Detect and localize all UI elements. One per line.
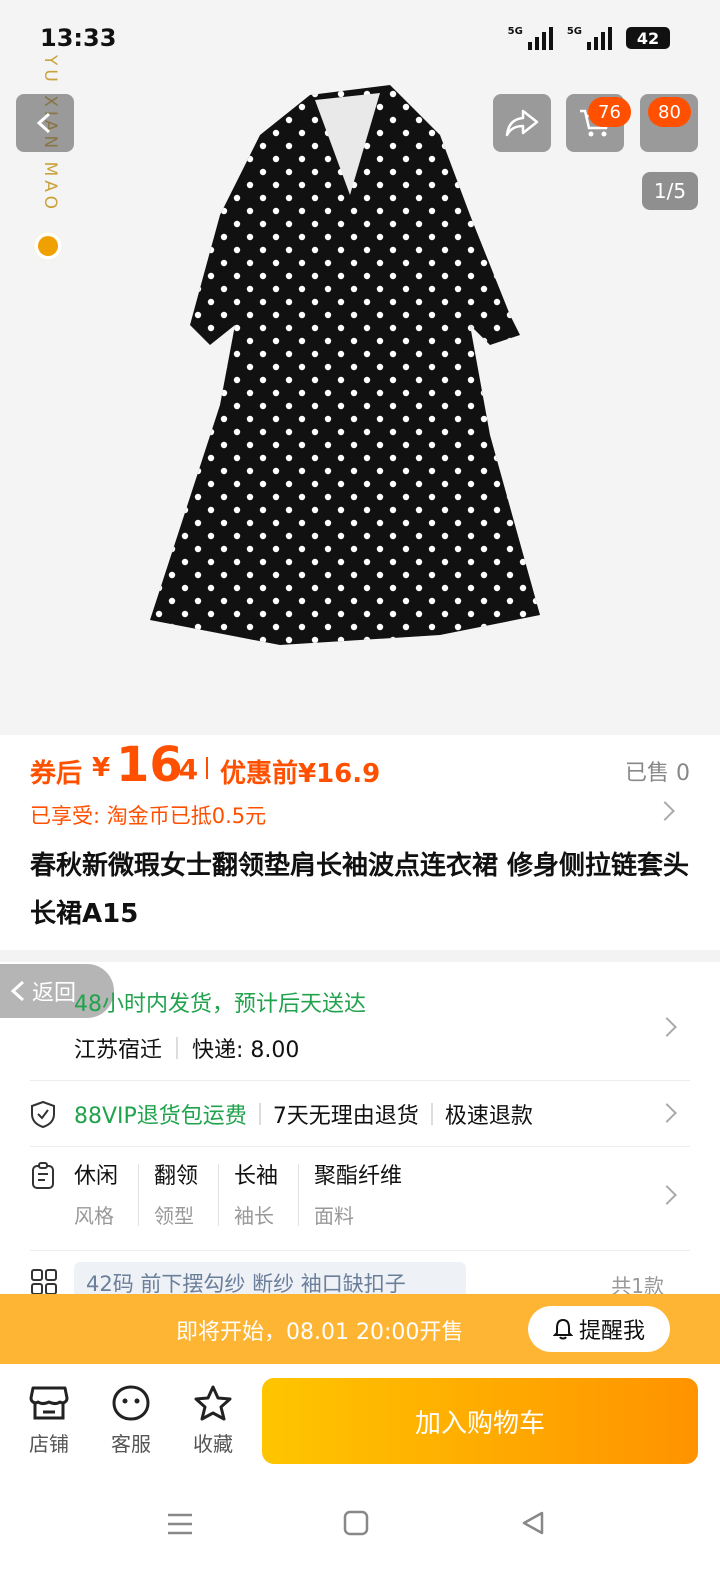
- grid-icon: [31, 1269, 57, 1295]
- sale-start-banner: 即将开始，08.01 20:00开售 提醒我: [0, 1294, 720, 1364]
- divider: [30, 1146, 690, 1147]
- vip-return-service: 88VIP退货包运费: [74, 1104, 247, 1129]
- signal-icon-2: 5G: [567, 26, 612, 50]
- chevron-left-icon: [36, 112, 51, 134]
- customer-service-button[interactable]: 客服: [96, 1384, 166, 1457]
- back-button[interactable]: [16, 94, 74, 152]
- status-icons: 5G 5G 42: [508, 26, 670, 50]
- bell-icon: [552, 1318, 573, 1340]
- sold-count: 已售 0: [625, 761, 690, 786]
- cart-count-badge: 76: [588, 97, 631, 127]
- divider: [138, 1164, 139, 1226]
- price-divider: [206, 757, 208, 779]
- original-price: 优惠前¥16.9: [220, 759, 381, 789]
- sale-start-text: 即将开始，08.01 20:00开售: [176, 1320, 464, 1345]
- shipping-fee: 快递: 8.00: [192, 1038, 300, 1063]
- divider: [430, 1103, 433, 1125]
- currency-symbol: ¥: [92, 753, 111, 783]
- attribute-sleeve: 长袖 袖长: [234, 1164, 279, 1228]
- message-count-badge: 80: [648, 97, 691, 127]
- store-label: 店铺: [29, 1432, 69, 1456]
- seven-day-return: 7天无理由退货: [272, 1104, 419, 1129]
- divider: [30, 1250, 690, 1251]
- add-to-cart-button[interactable]: 加入购物车: [262, 1378, 698, 1464]
- sku-row[interactable]: 42码 前下摆勾纱 断纱 袖口缺扣子 共1款: [30, 1262, 690, 1302]
- coin-discount-text: 已享受: 淘金币已抵0.5元: [30, 804, 267, 828]
- divider: [298, 1164, 299, 1226]
- chat-face-icon: [112, 1385, 150, 1421]
- product-gallery[interactable]: 13:33 5G 5G 42 YU XIAN MAO: [0, 0, 720, 735]
- home-icon[interactable]: [343, 1510, 369, 1536]
- nav-back-icon[interactable]: [520, 1510, 546, 1536]
- star-icon: [194, 1385, 232, 1421]
- divider: [258, 1103, 261, 1125]
- shipping-origin-row: 江苏宿迁 快递: 8.00: [74, 1032, 299, 1064]
- favorite-button[interactable]: 收藏: [178, 1384, 248, 1457]
- bottom-action-bar: 店铺 客服 收藏 加入购物车: [0, 1364, 720, 1484]
- system-nav-bar: [0, 1484, 720, 1584]
- fast-refund: 极速退款: [444, 1104, 533, 1129]
- price-row: 券后 ¥ 16 .4 优惠前¥16.9 已售 0: [30, 735, 690, 797]
- service-row[interactable]: 88VIP退货包运费 7天无理由退货 极速退款: [30, 1094, 690, 1134]
- chevron-right-icon: [655, 801, 675, 821]
- store-button[interactable]: 店铺: [14, 1384, 84, 1457]
- flower-icon: [34, 232, 62, 260]
- chevron-right-icon[interactable]: [657, 1017, 677, 1037]
- share-button[interactable]: [493, 94, 551, 152]
- divider: [30, 1080, 690, 1081]
- attribute-style: 休闲 风格: [74, 1164, 119, 1228]
- share-icon: [505, 109, 539, 137]
- battery-icon: 42: [626, 27, 670, 49]
- coupon-price-label: 券后: [30, 759, 83, 789]
- chevron-left-icon: [10, 980, 25, 1002]
- customer-service-label: 客服: [111, 1432, 151, 1456]
- divider: [176, 1037, 179, 1059]
- favorite-label: 收藏: [193, 1432, 233, 1456]
- product-title: 春秋新微瑕女士翻领垫肩长袖波点连衣裙 修身侧拉链套头长裙A15: [30, 851, 690, 929]
- product-image: [150, 85, 540, 645]
- price-decimal: .4: [168, 753, 199, 786]
- status-time: 13:33: [40, 24, 117, 52]
- signal-icon: 5G: [508, 26, 553, 50]
- section-separator: [0, 950, 720, 962]
- attribute-row[interactable]: 休闲 风格 翻领 领型 长袖 袖长 聚酯纤维 面料: [30, 1158, 690, 1238]
- menu-icon[interactable]: [166, 1510, 194, 1538]
- shipping-origin: 江苏宿迁: [74, 1038, 163, 1063]
- delivery-promise: 48小时内发货，预计后天送达: [74, 992, 366, 1017]
- attribute-collar: 翻领 领型: [154, 1164, 199, 1228]
- remind-me-label: 提醒我: [578, 1319, 645, 1344]
- clipboard-icon: [32, 1162, 54, 1189]
- store-icon: [29, 1386, 69, 1420]
- return-label: 返回: [32, 981, 77, 1006]
- shield-icon: [31, 1100, 55, 1128]
- remind-me-button[interactable]: 提醒我: [528, 1306, 670, 1352]
- coin-discount-row[interactable]: 已享受: 淘金币已抵0.5元: [30, 800, 690, 834]
- status-bar: 13:33 5G 5G 42: [0, 24, 720, 60]
- image-pager: 1/5: [642, 172, 698, 210]
- attribute-fabric: 聚酯纤维 面料: [314, 1164, 403, 1228]
- divider: [218, 1164, 219, 1226]
